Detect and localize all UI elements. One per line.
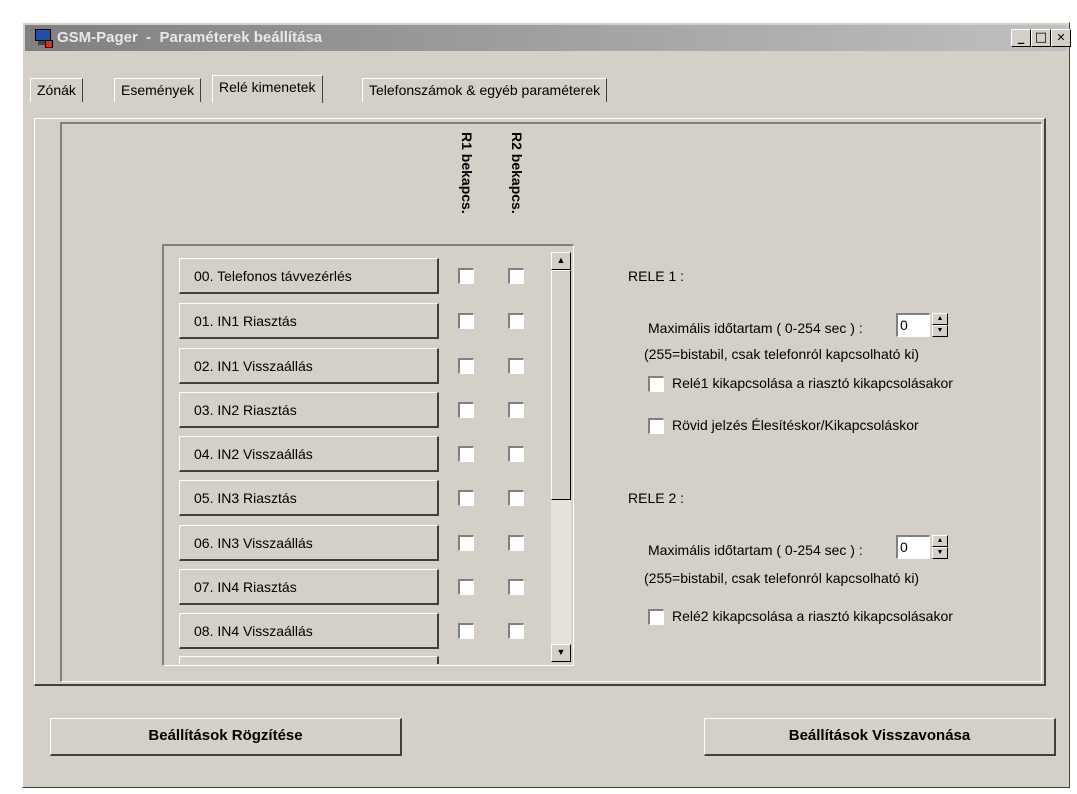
revert-settings-button[interactable]: Beállítások Visszavonása — [704, 718, 1056, 756]
r1-checkbox-03[interactable] — [458, 402, 474, 418]
event-row-07[interactable]: 07. IN4 Riasztás — [179, 569, 439, 605]
event-row-08[interactable]: 08. IN4 Visszaállás — [179, 613, 439, 649]
tab-esemenyek[interactable]: Események — [114, 78, 202, 102]
r2-checkbox-03[interactable] — [508, 402, 524, 418]
scrollbar-thumb[interactable] — [551, 270, 571, 500]
rele1-option-checkbox-1[interactable] — [648, 418, 664, 434]
event-row-06[interactable]: 06. IN3 Visszaállás — [179, 525, 439, 561]
rele1-duration-input[interactable]: 0 — [896, 313, 930, 337]
rele1-heading: RELE 1 : — [628, 268, 685, 284]
r2-checkbox-05[interactable] — [508, 490, 524, 506]
save-settings-button[interactable]: Beállítások Rögzítése — [50, 718, 402, 756]
column-header-r1: R1 bekapcs. — [459, 132, 475, 214]
r1-checkbox-01[interactable] — [458, 313, 474, 329]
maximize-button[interactable]: □ — [1031, 29, 1051, 47]
event-row-04[interactable]: 04. IN2 Visszaállás — [179, 436, 439, 472]
r1-checkbox-08[interactable] — [458, 623, 474, 639]
r2-checkbox-06[interactable] — [508, 535, 524, 551]
tab-zonak[interactable]: Zónák — [30, 78, 83, 102]
r2-checkbox-04[interactable] — [508, 446, 524, 462]
event-row-05[interactable]: 05. IN3 Riasztás — [179, 480, 439, 516]
r2-checkbox-07[interactable] — [508, 579, 524, 595]
window-title: GSM-Pager - Paraméterek beállítása — [57, 29, 323, 46]
r1-checkbox-07[interactable] — [458, 579, 474, 595]
column-header-r2: R2 bekapcs. — [509, 132, 525, 214]
r1-checkbox-06[interactable] — [458, 535, 474, 551]
list-scrollbar[interactable]: ▲ ▼ — [551, 252, 571, 662]
title-bar: GSM-Pager - Paraméterek beállítása _ □ ✕ — [25, 25, 1071, 51]
r1-checkbox-05[interactable] — [458, 490, 474, 506]
event-row-03[interactable]: 03. IN2 Riasztás — [179, 392, 439, 428]
rele2-option-label-0[interactable]: Relé2 kikapcsolása a riasztó kikapcsolás… — [672, 608, 953, 624]
rele1-option-label-0[interactable]: Relé1 kikapcsolása a riasztó kikapcsolás… — [672, 375, 953, 391]
rele1-duration-spinner[interactable]: ▲ ▼ — [932, 313, 948, 337]
event-row-02[interactable]: 02. IN1 Visszaállás — [179, 348, 439, 384]
minimize-button[interactable]: _ — [1011, 29, 1031, 47]
rele2-duration-label: Maximális időtartam ( 0-254 sec ) : — [648, 542, 863, 558]
r2-checkbox-08[interactable] — [508, 623, 524, 639]
rele2-heading: RELE 2 : — [628, 490, 685, 506]
r2-checkbox-02[interactable] — [508, 358, 524, 374]
rele2-duration-input[interactable]: 0 — [896, 535, 930, 559]
r1-checkbox-02[interactable] — [458, 358, 474, 374]
spin-up-icon[interactable]: ▲ — [932, 535, 948, 547]
event-row-partial — [179, 656, 439, 664]
rele2-duration-spinner[interactable]: ▲ ▼ — [932, 535, 948, 559]
rele1-option-checkbox-0[interactable] — [648, 376, 664, 392]
rele2-option-checkbox-0[interactable] — [648, 609, 664, 625]
r1-checkbox-04[interactable] — [458, 446, 474, 462]
spin-down-icon[interactable]: ▼ — [932, 547, 948, 559]
r2-checkbox-00[interactable] — [508, 268, 524, 284]
close-button[interactable]: ✕ — [1051, 29, 1071, 47]
rele1-note: (255=bistabil, csak telefonról kapcsolha… — [644, 346, 920, 362]
rele1-option-label-1[interactable]: Rövid jelzés Élesítéskor/Kikapcsoláskor — [672, 417, 919, 433]
event-row-00[interactable]: 00. Telefonos távvezérlés — [179, 258, 439, 294]
tab-rele-kimenetek[interactable]: Relé kimenetek — [212, 75, 323, 103]
event-row-01[interactable]: 01. IN1 Riasztás — [179, 303, 439, 339]
app-icon — [33, 28, 53, 48]
scroll-up-icon[interactable]: ▲ — [551, 252, 571, 270]
rele1-duration-label: Maximális időtartam ( 0-254 sec ) : — [648, 320, 863, 336]
r1-checkbox-00[interactable] — [458, 268, 474, 284]
r2-checkbox-01[interactable] — [508, 313, 524, 329]
tab-telefonszamok[interactable]: Telefonszámok & egyéb paraméterek — [362, 78, 608, 102]
scroll-down-icon[interactable]: ▼ — [551, 644, 571, 662]
spin-up-icon[interactable]: ▲ — [932, 313, 948, 325]
spin-down-icon[interactable]: ▼ — [932, 325, 948, 337]
rele2-note: (255=bistabil, csak telefonról kapcsolha… — [644, 570, 920, 586]
